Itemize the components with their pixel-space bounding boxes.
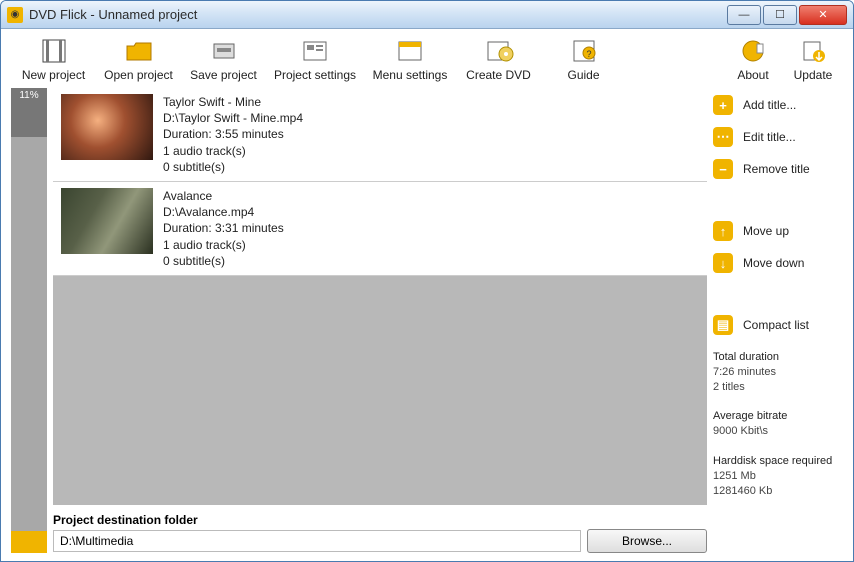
total-titles-value: 2 titles [713,380,843,395]
guide-button[interactable]: ? Guide [541,35,626,84]
title-name: Avalance [163,188,284,204]
menu-settings-button[interactable]: Menu settings [364,35,456,84]
add-title-button[interactable]: + Add title... [713,92,843,118]
title-name: Taylor Swift - Mine [163,94,303,110]
move-down-button[interactable]: ↓ Move down [713,250,843,276]
title-row[interactable]: Taylor Swift - Mine D:\Taylor Swift - Mi… [53,88,707,182]
update-button[interactable]: Update [783,35,843,84]
title-list[interactable]: Taylor Swift - Mine D:\Taylor Swift - Mi… [53,88,707,505]
title-path: D:\Avalance.mp4 [163,204,284,220]
new-project-button[interactable]: New project [11,35,96,84]
bitrate-head: Average bitrate [713,409,843,424]
destination-label: Project destination folder [53,513,707,527]
new-project-icon [38,37,70,65]
app-window: ◉ DVD Flick - Unnamed project — ☐ ✕ New … [0,0,854,562]
about-icon [737,37,769,65]
window-title: DVD Flick - Unnamed project [29,7,727,22]
compact-list-button[interactable]: ▤ Compact list [713,312,843,338]
minimize-button[interactable]: — [727,5,761,25]
title-path: D:\Taylor Swift - Mine.mp4 [163,110,303,126]
edit-icon: ⋯ [713,127,733,147]
disc-usage-column: 11% [11,88,47,553]
project-settings-icon [299,37,331,65]
disc-usage-marker [11,531,47,553]
save-project-button[interactable]: Save project [181,35,266,84]
title-duration: Duration: 3:31 minutes [163,220,284,236]
remove-title-button[interactable]: − Remove title [713,156,843,182]
open-folder-icon [123,37,155,65]
title-thumbnail [61,188,153,254]
move-up-button[interactable]: ↑ Move up [713,218,843,244]
app-icon: ◉ [7,7,23,23]
open-project-button[interactable]: Open project [96,35,181,84]
title-duration: Duration: 3:55 minutes [163,126,303,142]
close-button[interactable]: ✕ [799,5,847,25]
side-panel: + Add title... ⋯ Edit title... − Remove … [713,88,843,553]
minus-icon: − [713,159,733,179]
save-icon [208,37,240,65]
content-area: 11% Taylor Swift - Mine D:\Taylor Swift … [1,88,853,561]
total-duration-value: 7:26 minutes [713,365,843,380]
title-row[interactable]: Avalance D:\Avalance.mp4 Duration: 3:31 … [53,182,707,276]
disc-icon [483,37,515,65]
project-settings-button[interactable]: Project settings [266,35,364,84]
stats-block: Total duration 7:26 minutes 2 titles Ave… [713,350,843,498]
about-button[interactable]: About [723,35,783,84]
title-info: Avalance D:\Avalance.mp4 Duration: 3:31 … [163,188,284,269]
space-head: Harddisk space required [713,454,843,469]
title-thumbnail [61,94,153,160]
title-info: Taylor Swift - Mine D:\Taylor Swift - Mi… [163,94,303,175]
edit-title-button[interactable]: ⋯ Edit title... [713,124,843,150]
title-audio: 1 audio track(s) [163,143,303,159]
title-subs: 0 subtitle(s) [163,253,284,269]
titlebar[interactable]: ◉ DVD Flick - Unnamed project — ☐ ✕ [1,1,853,29]
title-subs: 0 subtitle(s) [163,159,303,175]
guide-icon: ? [568,37,600,65]
space-kb-value: 1281460 Kb [713,484,843,499]
bitrate-value: 9000 Kbit\s [713,424,843,439]
space-mb-value: 1251 Mb [713,469,843,484]
create-dvd-button[interactable]: Create DVD [456,35,541,84]
browse-button[interactable]: Browse... [587,529,707,553]
destination-section: Project destination folder Browse... [53,509,707,553]
list-icon: ▤ [713,315,733,335]
arrow-up-icon: ↑ [713,221,733,241]
total-duration-head: Total duration [713,350,843,365]
maximize-button[interactable]: ☐ [763,5,797,25]
title-audio: 1 audio track(s) [163,237,284,253]
arrow-down-icon: ↓ [713,253,733,273]
svg-text:?: ? [586,49,591,59]
middle-column: Taylor Swift - Mine D:\Taylor Swift - Mi… [53,88,707,553]
disc-usage-percent: 11% [11,88,47,137]
disc-usage-bar: 11% [11,88,47,531]
menu-settings-icon [394,37,426,65]
main-toolbar: New project Open project Save project Pr… [1,29,853,88]
plus-icon: + [713,95,733,115]
destination-input[interactable] [53,530,581,552]
window-controls: — ☐ ✕ [727,5,847,25]
update-icon [797,37,829,65]
